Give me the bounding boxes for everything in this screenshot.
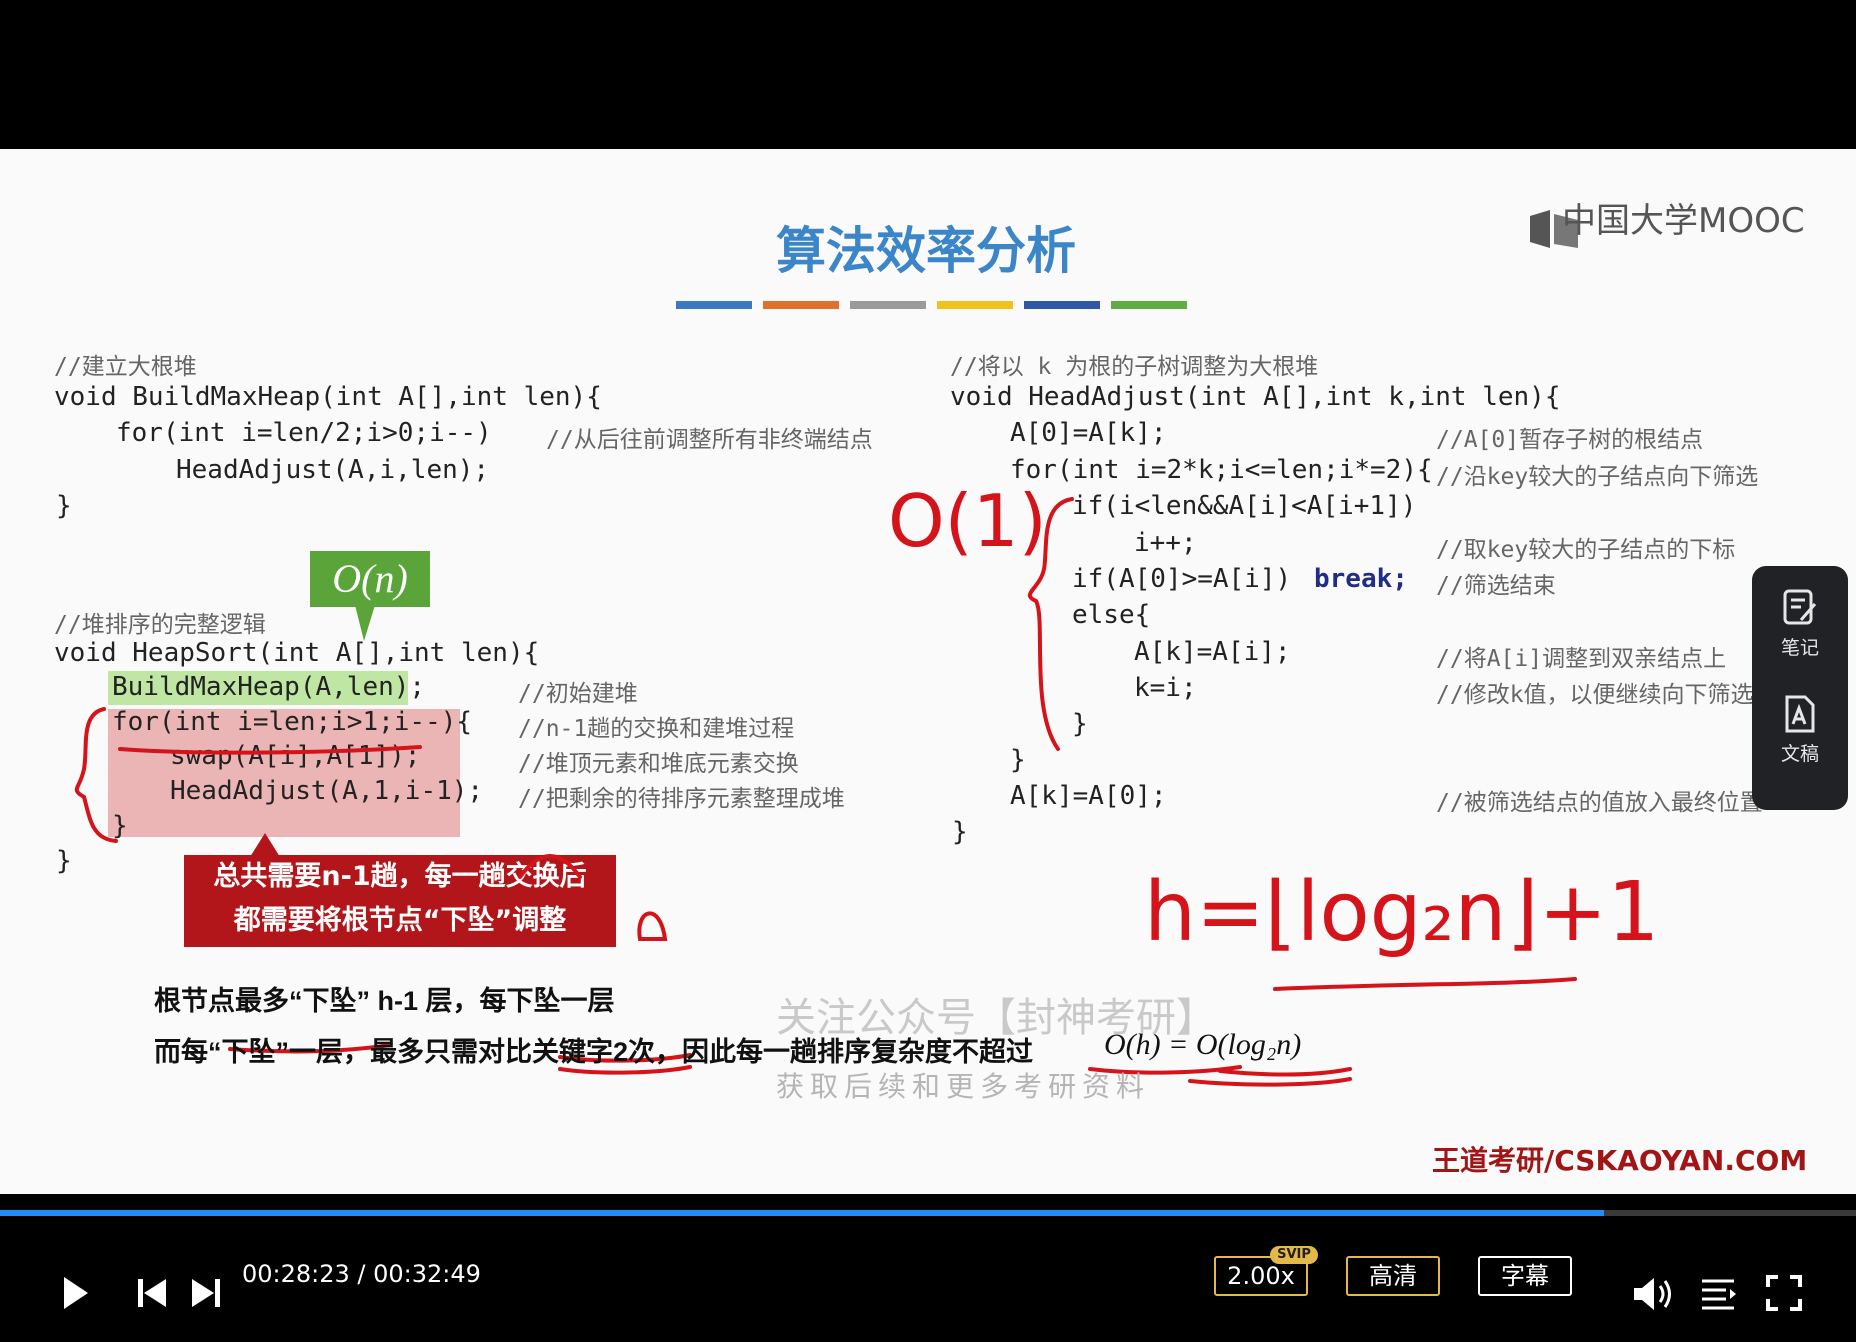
skip-previous-icon [138,1279,167,1307]
play-icon [64,1277,89,1309]
watermark-sub: 获取后续和更多考研资料 [776,1070,1151,1103]
fullscreen-button[interactable] [1746,1256,1803,1334]
volume-button[interactable] [1612,1256,1676,1336]
document-icon [1785,695,1815,733]
play-button[interactable] [40,1256,90,1334]
skip-next-icon [192,1279,221,1307]
playlist-button[interactable] [1680,1258,1737,1334]
svip-badge: SVIP [1270,1246,1318,1264]
notes-label: 笔记 [1780,637,1819,659]
slide: 算法效率分析 中国大学MOOC //建立大根堆 void BuildMaxHea… [0,149,1856,1194]
notes-icon [1783,589,1817,625]
time-separator: / [349,1260,374,1288]
volume-icon [1634,1278,1672,1310]
subtitle-button[interactable]: 字幕 [1478,1256,1572,1296]
current-time: 00:28:23 [242,1260,350,1288]
next-button[interactable] [170,1258,222,1332]
time-display: 00:28:23 / 00:32:49 [242,1260,481,1288]
fullscreen-icon [1766,1275,1803,1311]
brand-footer: 王道考研/CSKAOYAN.COM [1432,1144,1808,1177]
player-controls: 00:28:23 / 00:32:49 2.00x SVIP 高清 字幕 [0,1194,1856,1342]
watermark: 关注公众号【封神考研】 [776,995,1216,1041]
previous-button[interactable] [116,1258,168,1332]
progress-bar[interactable] [0,1210,1856,1216]
transcript-button[interactable]: 文稿 [1752,694,1848,766]
bottom-line-1: 根节点最多“下坠” h-1 层，每下坠一层 [154,986,615,1016]
playlist-icon [1702,1279,1737,1310]
notes-button[interactable]: 笔记 [1752,588,1848,660]
quality-button[interactable]: 高清 [1346,1256,1440,1296]
side-panel: 笔记 文稿 [1752,566,1848,810]
progress-fill [0,1210,1604,1216]
doc-label: 文稿 [1780,743,1819,765]
total-time: 00:32:49 [373,1260,481,1288]
